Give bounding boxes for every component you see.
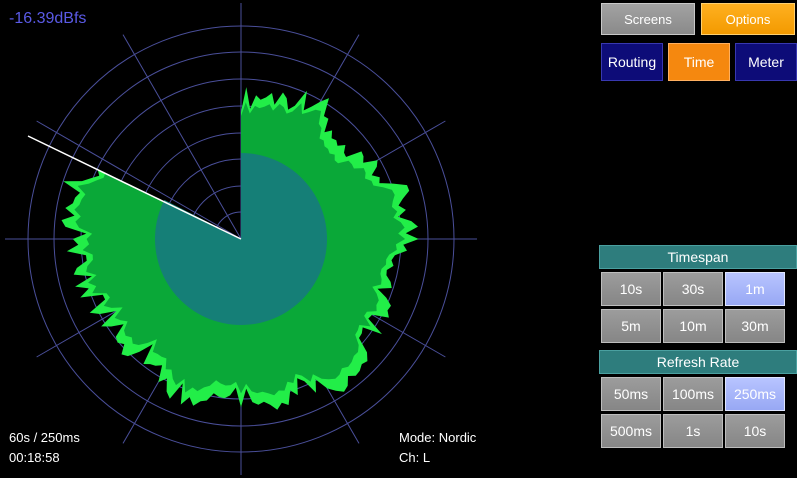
routing-tab[interactable]: Routing xyxy=(601,43,663,81)
timespan-10s-button[interactable]: 10s xyxy=(601,272,661,306)
elapsed-time: 00:18:58 xyxy=(9,450,60,465)
channel-label: Ch: L xyxy=(399,450,431,465)
timespan-30s-button[interactable]: 30s xyxy=(663,272,723,306)
refresh-100ms-button[interactable]: 100ms xyxy=(663,377,723,411)
timespan-1m-button[interactable]: 1m xyxy=(725,272,785,306)
loudness-radar-display xyxy=(5,3,477,475)
time-tab[interactable]: Time xyxy=(668,43,730,81)
status-left: 60s / 250ms 00:18:58 xyxy=(9,428,80,468)
level-readout: -16.39dBfs xyxy=(9,10,87,27)
refresh-250ms-button[interactable]: 250ms xyxy=(725,377,785,411)
timespan-5m-button[interactable]: 5m xyxy=(601,309,661,343)
refresh-500ms-button[interactable]: 500ms xyxy=(601,414,661,448)
refresh-1s-button[interactable]: 1s xyxy=(663,414,723,448)
timespan-10m-button[interactable]: 10m xyxy=(663,309,723,343)
timespan-30m-button[interactable]: 30m xyxy=(725,309,785,343)
screens-button[interactable]: Screens xyxy=(601,3,695,35)
refresh-rate-header: Refresh Rate xyxy=(599,350,797,374)
mode-label: Mode: Nordic xyxy=(399,430,477,445)
timespan-rate-label: 60s / 250ms xyxy=(9,430,80,445)
timespan-header: Timespan xyxy=(599,245,797,269)
status-right: Mode: Nordic Ch: L xyxy=(399,428,476,468)
options-button[interactable]: Options xyxy=(701,3,795,35)
refresh-50ms-button[interactable]: 50ms xyxy=(601,377,661,411)
meter-tab[interactable]: Meter xyxy=(735,43,797,81)
refresh-10s-button[interactable]: 10s xyxy=(725,414,785,448)
